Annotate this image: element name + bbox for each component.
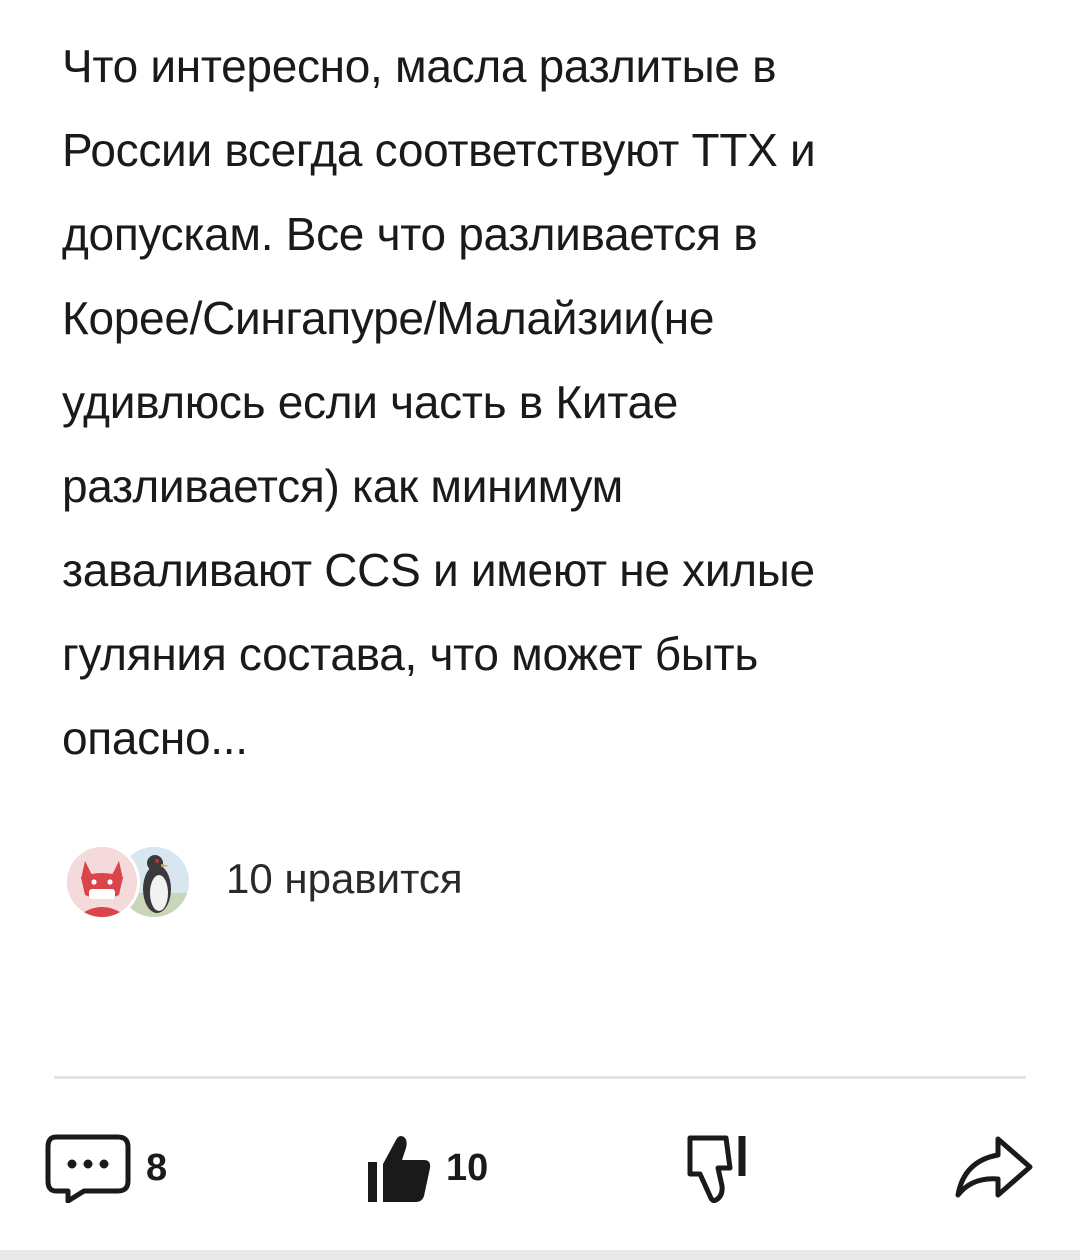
comment-line: разливается) как минимум [62,460,623,512]
comment-line: опасно... [62,712,248,764]
like-button[interactable]: 10 [366,1128,488,1208]
comment-line: гуляния состава, что может быть [62,628,758,680]
comments-button[interactable]: 8 [44,1128,167,1208]
comment-line: Корее/Сингапуре/Малайзии(не [62,292,715,344]
share-button[interactable] [952,1128,1036,1208]
comment-line: заваливают CCS и имеют не хилые [62,544,815,596]
comment-line: России всегда соответствуют ТТХ и [62,124,816,176]
comment-line: допускам. Все что разливается в [62,208,758,260]
fox-mask-icon [67,847,137,917]
thumbs-up-icon [368,1136,431,1202]
likes-count-label: 10 нравится [226,855,463,902]
comments-icon [45,1134,131,1203]
avatar-fox [64,844,140,920]
comments-count: 8 [146,1146,168,1189]
share-arrow-icon [955,1136,1033,1198]
liker-avatars [64,840,194,920]
comment-line: Что интересно, масла разлитые в [62,40,777,92]
comment-line: удивлюсь если часть в Китае [62,376,679,428]
dislike-button[interactable] [682,1128,754,1208]
action-toolbar: 8 10 [0,1080,1080,1250]
comment-card: Что интересно, масла разлитые в России в… [0,0,1080,1260]
comment-text: Что интересно, масла разлитые в России в… [62,24,1022,780]
likes-summary[interactable]: 10 нравится [64,840,463,920]
bottom-edge [0,1250,1080,1260]
likes-count: 10 [446,1146,489,1189]
divider [54,1076,1026,1079]
thumbs-down-icon [687,1135,746,1203]
